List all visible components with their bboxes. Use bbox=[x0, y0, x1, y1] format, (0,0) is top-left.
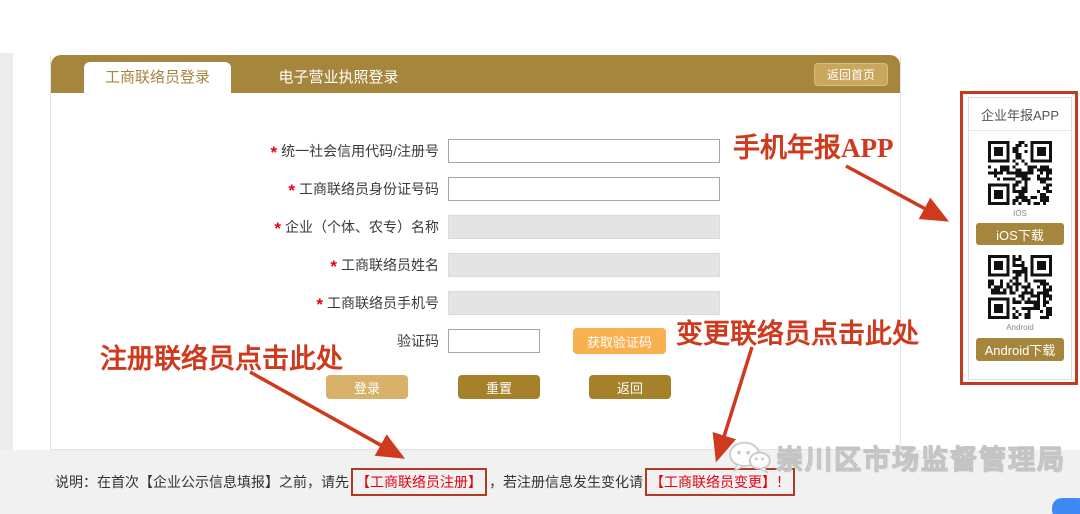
login-tabbar: 工商联络员登录 电子营业执照登录 返回首页 bbox=[51, 55, 900, 93]
annotation-mobile-app: 手机年报APP bbox=[733, 126, 893, 165]
required-asterisk: * bbox=[330, 257, 337, 276]
field-label: *工商联络员姓名 bbox=[51, 255, 448, 275]
form-buttons: 登录 重置 返回 bbox=[326, 375, 900, 399]
floating-widget[interactable] bbox=[1052, 498, 1080, 514]
captcha-input[interactable] bbox=[448, 329, 540, 353]
login-button[interactable]: 登录 bbox=[326, 375, 408, 399]
field-label-text: 工商联络员姓名 bbox=[341, 257, 439, 273]
page-left-gutter bbox=[0, 53, 13, 514]
field-label-text: 工商联络员手机号 bbox=[327, 295, 439, 311]
watermark-text: 崇川区市场监督管理局 bbox=[776, 438, 1066, 477]
field-label-text: 工商联络员身份证号码 bbox=[299, 181, 439, 197]
wechat-icon bbox=[726, 439, 772, 477]
form-row: *企业（个体、农专）名称 bbox=[51, 215, 900, 239]
required-asterisk: * bbox=[270, 143, 277, 162]
id-number-input[interactable] bbox=[448, 177, 720, 201]
annotation-change-here: 变更联络员点击此处 bbox=[676, 312, 919, 351]
field-label-text: 统一社会信用代码/注册号 bbox=[281, 143, 439, 159]
reset-button[interactable]: 重置 bbox=[458, 375, 540, 399]
get-captcha-button[interactable]: 获取验证码 bbox=[573, 328, 666, 354]
required-asterisk: * bbox=[274, 219, 281, 238]
footer-note: 说明：在首次【企业公示信息填报】之前，请先【工商联络员注册】 ，若注册信息发生变化… bbox=[55, 468, 797, 496]
note-prefix: 说明：在首次【企业公示信息填报】之前，请先 bbox=[55, 474, 349, 490]
contact-name-input bbox=[448, 253, 720, 277]
register-link-box: 【工商联络员注册】 bbox=[351, 468, 487, 496]
field-label: *工商联络员身份证号码 bbox=[51, 179, 448, 199]
login-card: 工商联络员登录 电子营业执照登录 返回首页 *统一社会信用代码/注册号 *工商联… bbox=[50, 55, 901, 450]
required-asterisk: * bbox=[316, 295, 323, 314]
field-label: *统一社会信用代码/注册号 bbox=[51, 141, 448, 161]
company-name-input bbox=[448, 215, 720, 239]
field-label-text: 验证码 bbox=[397, 333, 439, 349]
note-middle: ，若注册信息发生变化请 bbox=[489, 474, 643, 490]
form-row: *工商联络员姓名 bbox=[51, 253, 900, 277]
field-label: *企业（个体、农专）名称 bbox=[51, 217, 448, 237]
annotation-box-app-panel bbox=[960, 91, 1078, 385]
form-row: *工商联络员身份证号码 bbox=[51, 177, 900, 201]
watermark: 崇川区市场监督管理局 bbox=[726, 438, 1066, 477]
return-button[interactable]: 返回 bbox=[589, 375, 671, 399]
field-label: *工商联络员手机号 bbox=[51, 293, 448, 313]
credit-code-input[interactable] bbox=[448, 139, 720, 163]
tab-contact-login[interactable]: 工商联络员登录 bbox=[84, 62, 231, 93]
back-home-button[interactable]: 返回首页 bbox=[814, 63, 888, 86]
annotation-register-here: 注册联络员点击此处 bbox=[100, 337, 343, 376]
required-asterisk: * bbox=[288, 181, 295, 200]
register-link[interactable]: 【工商联络员注册】 bbox=[356, 474, 482, 490]
field-label-text: 企业（个体、农专）名称 bbox=[285, 219, 439, 235]
tab-elicense-login[interactable]: 电子营业执照登录 bbox=[251, 62, 426, 93]
